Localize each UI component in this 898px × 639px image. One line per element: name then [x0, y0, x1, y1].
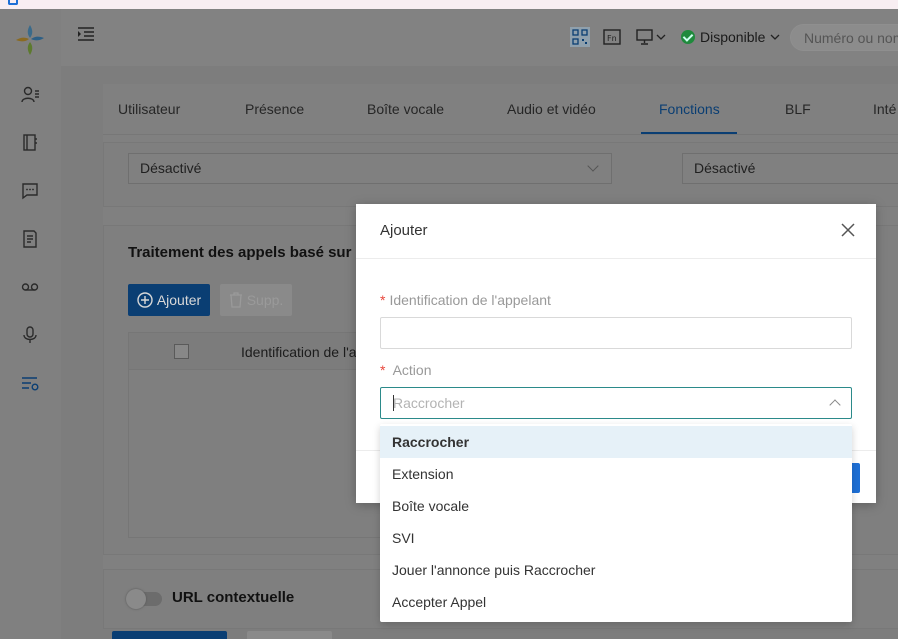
column-caller-id: Identification de l'a	[241, 344, 357, 360]
option-raccrocher[interactable]: Raccrocher	[380, 426, 852, 458]
caller-id-label: * Identification de l'appelant	[380, 292, 551, 308]
action-select[interactable]: Raccrocher	[380, 387, 852, 419]
sidebar	[0, 9, 61, 639]
voicemail-icon[interactable]	[20, 277, 40, 297]
plus-circle-icon	[137, 292, 153, 308]
right-select[interactable]: Désactivé	[682, 153, 898, 184]
select-all-checkbox[interactable]	[174, 344, 189, 359]
contacts-icon[interactable]	[20, 85, 40, 105]
left-select-value: Désactivé	[140, 160, 202, 176]
tab-utilisateur[interactable]: Utilisateur	[118, 101, 180, 117]
left-select[interactable]: Désactivé	[128, 153, 612, 184]
tab-fonctions[interactable]: Fonctions	[659, 101, 720, 117]
device-chevron-down-icon[interactable]	[655, 27, 667, 47]
status-available-icon	[681, 30, 695, 44]
presence-status[interactable]: Disponible	[681, 28, 780, 46]
cancel-button[interactable]	[247, 631, 332, 639]
menu-toggle-icon[interactable]	[77, 26, 95, 42]
toggle-knob	[126, 589, 146, 609]
qr-code-icon[interactable]	[570, 27, 590, 47]
option-annonce-raccrocher[interactable]: Jouer l'annonce puis Raccrocher	[380, 554, 852, 586]
tab-presence[interactable]: Présence	[245, 101, 304, 117]
active-tab-indicator	[641, 132, 737, 134]
url-toggle-label: URL contextuelle	[172, 589, 295, 606]
settings-list-icon[interactable]	[20, 373, 40, 393]
tab-audio-video[interactable]: Audio et vidéo	[507, 101, 596, 117]
text-caret	[393, 395, 394, 411]
confirm-button[interactable]	[851, 463, 860, 493]
save-button[interactable]	[112, 631, 227, 639]
tab-integration[interactable]: Inté	[873, 101, 896, 117]
top-header: Fn Disponible Numéro ou nom	[61, 9, 898, 66]
right-select-value: Désactivé	[694, 160, 756, 176]
phonebook-icon[interactable]	[20, 133, 40, 153]
status-label: Disponible	[700, 29, 766, 45]
option-extension[interactable]: Extension	[380, 458, 852, 490]
add-rule-button[interactable]: Ajouter	[128, 284, 210, 316]
trash-icon	[229, 292, 242, 308]
option-svi[interactable]: SVI	[380, 522, 852, 554]
tab-blf[interactable]: BLF	[785, 101, 811, 117]
action-select-placeholder: Raccrocher	[393, 395, 465, 411]
tab-voicemail[interactable]: Boîte vocale	[367, 101, 444, 117]
chevron-up-icon	[829, 399, 841, 411]
close-icon[interactable]	[840, 222, 856, 238]
microphone-icon[interactable]	[20, 325, 40, 345]
browser-top-strip	[0, 0, 898, 9]
app-tab-icon	[8, 0, 18, 5]
chat-icon[interactable]	[20, 181, 40, 201]
app-logo-icon	[16, 25, 44, 55]
header-search-input[interactable]: Numéro ou nom	[790, 24, 898, 51]
left-select-chevron-icon	[587, 160, 599, 172]
call-rules-title: Traitement des appels basé sur	[128, 244, 352, 261]
dialog-title: Ajouter	[380, 222, 428, 239]
option-boite-vocale[interactable]: Boîte vocale	[380, 490, 852, 522]
desktop-icon[interactable]	[635, 27, 655, 47]
add-rule-label: Ajouter	[156, 292, 202, 308]
svg-text:Fn: Fn	[607, 34, 617, 43]
action-dropdown: Raccrocher Extension Boîte vocale SVI Jo…	[380, 424, 852, 622]
delete-rule-button[interactable]: Supp.	[220, 284, 292, 316]
tab-bar: Utilisateur Présence Boîte vocale Audio …	[103, 84, 898, 135]
action-label: * Action	[380, 362, 432, 378]
delete-rule-label: Supp.	[246, 292, 284, 308]
function-key-icon[interactable]: Fn	[602, 27, 622, 47]
url-toggle[interactable]	[126, 589, 162, 609]
call-log-icon[interactable]	[20, 229, 40, 249]
forwarding-card: Désactivé Désactivé	[103, 142, 898, 207]
option-accepter-appel[interactable]: Accepter Appel	[380, 586, 852, 618]
caller-id-input[interactable]	[380, 317, 852, 349]
status-chevron-down-icon	[770, 34, 780, 40]
dialog-header: Ajouter	[356, 204, 876, 259]
